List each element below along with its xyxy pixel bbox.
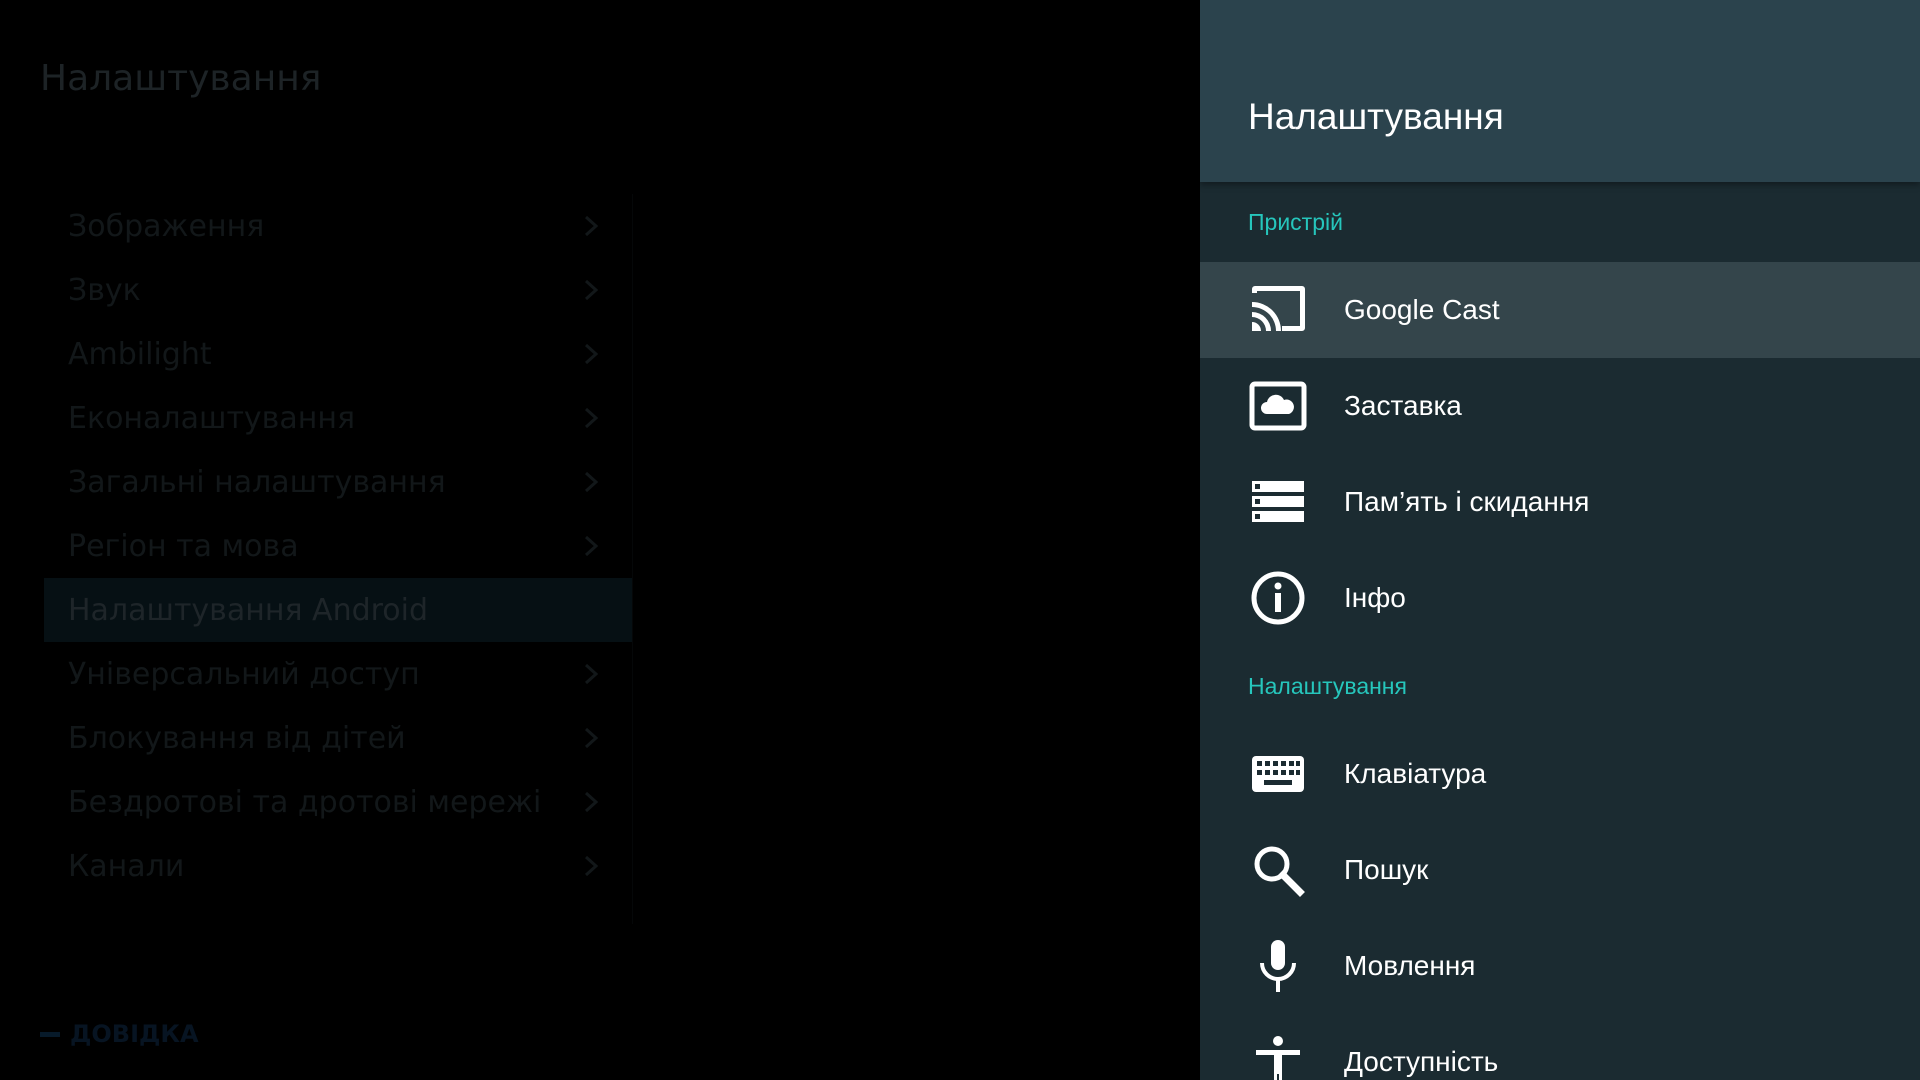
accessibility-icon: [1248, 1032, 1308, 1080]
main-menu-item-label: Універсальний доступ: [68, 656, 420, 692]
chevron-right-icon: [584, 343, 599, 365]
chevron-right-icon: [584, 791, 599, 813]
chevron-right-icon: [584, 727, 599, 749]
panel-item-label: Мовлення: [1344, 950, 1476, 981]
main-menu-item-accessibility[interactable]: Універсальний доступ: [44, 642, 632, 706]
panel-item-info[interactable]: Інфо: [1200, 550, 1920, 646]
microphone-icon: [1248, 936, 1308, 996]
main-menu-item-label: Загальні налаштування: [68, 464, 446, 500]
main-menu-item-android-settings[interactable]: Налаштування Android: [44, 578, 632, 642]
main-menu-item-sound[interactable]: Звук: [44, 258, 632, 322]
main-menu-item-label: Ambilight: [68, 336, 212, 372]
main-menu-item-label: Бездротові та дротові мережі: [68, 784, 542, 820]
chevron-right-icon: [584, 663, 599, 685]
main-menu-item-eco[interactable]: Еконалаштування: [44, 386, 632, 450]
screensaver-icon: [1248, 376, 1308, 436]
main-menu-item-label: Канали: [68, 848, 185, 884]
search-icon: [1248, 840, 1308, 900]
panel-item-label: Пошук: [1344, 854, 1429, 885]
cast-icon: [1248, 280, 1308, 340]
chevron-right-icon: [584, 471, 599, 493]
main-settings-menu: Налаштування Зображення Звук Ambilight Е…: [0, 0, 1200, 1080]
panel-item-screensaver[interactable]: Заставка: [1200, 358, 1920, 454]
chevron-right-icon: [584, 535, 599, 557]
info-icon: [1248, 568, 1308, 628]
panel-item-google-cast[interactable]: Google Cast: [1200, 262, 1920, 358]
panel-title: Налаштування: [1248, 96, 1504, 137]
main-menu-item-general[interactable]: Загальні налаштування: [44, 450, 632, 514]
panel-item-label: Доступність: [1344, 1046, 1499, 1077]
panel-header: Налаштування: [1200, 0, 1920, 182]
main-menu-item-label: Зображення: [68, 208, 265, 244]
main-menu-list: Зображення Звук Ambilight Еконалаштуванн…: [44, 194, 633, 924]
main-menu-item-region[interactable]: Регіон та мова: [44, 514, 632, 578]
chevron-right-icon: [584, 407, 599, 429]
panel-item-accessibility[interactable]: Доступність: [1200, 1014, 1920, 1080]
main-menu-title: Налаштування: [40, 58, 322, 99]
android-settings-panel: Налаштування Пристрій Google Cast Застав…: [1200, 0, 1920, 1080]
chevron-right-icon: [584, 279, 599, 301]
section-header-preferences: Налаштування: [1248, 673, 1407, 699]
panel-item-speech[interactable]: Мовлення: [1200, 918, 1920, 1014]
main-menu-item-label: Налаштування Android: [68, 592, 429, 628]
chevron-right-icon: [584, 855, 599, 877]
main-menu-item-label: Регіон та мова: [68, 528, 299, 564]
help-button[interactable]: ДОВІДКА: [40, 1020, 199, 1048]
main-menu-item-channels[interactable]: Канали: [44, 834, 632, 898]
chevron-right-icon: [584, 215, 599, 237]
keyboard-icon: [1248, 744, 1308, 804]
main-menu-item-ambilight[interactable]: Ambilight: [44, 322, 632, 386]
main-menu-item-label: Звук: [68, 272, 141, 308]
main-menu-item-picture[interactable]: Зображення: [44, 194, 632, 258]
storage-icon: [1248, 472, 1308, 532]
panel-item-keyboard[interactable]: Клавіатура: [1200, 726, 1920, 822]
main-menu-item-child-lock[interactable]: Блокування від дітей: [44, 706, 632, 770]
main-menu-item-label: Блокування від дітей: [68, 720, 406, 756]
panel-item-label: Клавіатура: [1344, 758, 1487, 789]
main-menu-item-label: Еконалаштування: [68, 400, 356, 436]
panel-item-label: Google Cast: [1344, 294, 1500, 325]
panel-item-label: Інфо: [1344, 582, 1406, 613]
panel-item-label: Заставка: [1344, 390, 1462, 421]
section-header-device: Пристрій: [1248, 209, 1343, 235]
panel-item-search[interactable]: Пошук: [1200, 822, 1920, 918]
help-color-key: [40, 1031, 60, 1037]
main-menu-item-networks[interactable]: Бездротові та дротові мережі: [44, 770, 632, 834]
panel-item-storage-reset[interactable]: Пам’ять і скидання: [1200, 454, 1920, 550]
panel-item-label: Пам’ять і скидання: [1344, 486, 1590, 517]
help-label: ДОВІДКА: [70, 1020, 199, 1048]
tv-settings-screen: Налаштування Зображення Звук Ambilight Е…: [0, 0, 1920, 1080]
